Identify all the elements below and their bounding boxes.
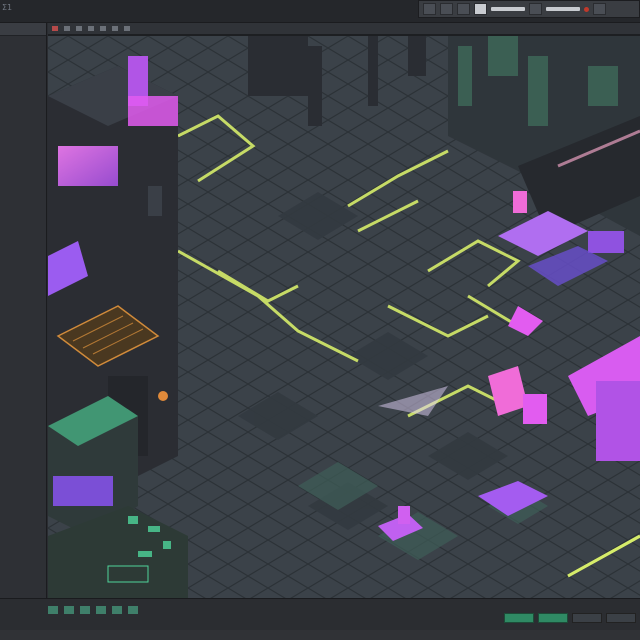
select-tool-icon[interactable] bbox=[457, 3, 470, 15]
status-indicator[interactable] bbox=[504, 613, 534, 623]
line-tool-icon[interactable] bbox=[474, 3, 487, 15]
asset-chip[interactable] bbox=[96, 606, 106, 614]
tab-icon[interactable] bbox=[100, 26, 106, 31]
tab-icon[interactable] bbox=[88, 26, 94, 31]
record-icon[interactable] bbox=[584, 6, 589, 12]
tab-icon[interactable] bbox=[124, 26, 130, 31]
opacity-slider[interactable] bbox=[546, 7, 580, 11]
isometric-scene bbox=[48, 36, 640, 599]
tab-icon[interactable] bbox=[76, 26, 82, 31]
left-panel-header bbox=[0, 23, 46, 36]
close-icon[interactable] bbox=[52, 26, 58, 31]
asset-chip[interactable] bbox=[80, 606, 90, 614]
status-indicator[interactable] bbox=[606, 613, 636, 623]
editor-window: Σ1 bbox=[0, 0, 640, 640]
layer-tool-icon[interactable] bbox=[529, 3, 542, 15]
asset-chip[interactable] bbox=[128, 606, 138, 614]
bottom-edge bbox=[0, 630, 640, 640]
asset-chip[interactable] bbox=[112, 606, 122, 614]
top-toolbar: Σ1 bbox=[0, 0, 640, 23]
brush-size-slider[interactable] bbox=[491, 7, 525, 11]
asset-chip[interactable] bbox=[64, 606, 74, 614]
menu-icon[interactable] bbox=[593, 3, 606, 15]
move-tool-icon[interactable] bbox=[440, 3, 453, 15]
window-title: Σ1 bbox=[2, 3, 13, 12]
scene-viewport[interactable] bbox=[48, 35, 640, 599]
asset-chip[interactable] bbox=[48, 606, 58, 614]
tool-group bbox=[418, 0, 640, 18]
status-indicator[interactable] bbox=[538, 613, 568, 623]
tab-icon[interactable] bbox=[64, 26, 70, 31]
viewport-tab-strip bbox=[48, 23, 640, 35]
left-panel bbox=[0, 23, 47, 613]
status-indicator[interactable] bbox=[572, 613, 602, 623]
status-indicators bbox=[504, 613, 636, 623]
grid-tool-icon[interactable] bbox=[423, 3, 436, 15]
tab-icon[interactable] bbox=[112, 26, 118, 31]
